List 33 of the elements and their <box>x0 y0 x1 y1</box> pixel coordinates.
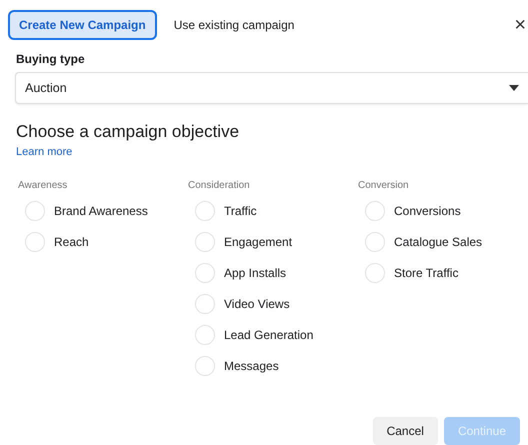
close-button[interactable]: × <box>514 14 526 36</box>
radio-button[interactable] <box>195 262 215 282</box>
option-label: Store Traffic <box>394 266 458 280</box>
option-label: Traffic <box>224 204 257 218</box>
buying-type-dropdown[interactable]: Auction <box>15 72 528 104</box>
option-label: Catalogue Sales <box>394 234 482 248</box>
radio-button[interactable] <box>195 200 215 220</box>
radio-button[interactable] <box>195 294 215 314</box>
radio-button[interactable] <box>365 200 385 220</box>
option-label: App Installs <box>224 266 286 280</box>
radio-button[interactable] <box>25 232 45 252</box>
option-label: Video Views <box>224 296 290 310</box>
learn-more-link[interactable]: Learn more <box>16 146 72 158</box>
option-label: Messages <box>224 358 279 372</box>
option-label: Conversions <box>394 204 461 218</box>
section-heading: Choose a campaign objective <box>16 122 240 142</box>
group-label: Awareness <box>18 180 68 191</box>
radio-button[interactable] <box>195 232 215 252</box>
group-label: Consideration <box>188 180 251 191</box>
tab[interactable]: Create New Campaign <box>8 10 157 40</box>
caret-icon <box>509 85 519 91</box>
radio-button[interactable] <box>195 356 215 376</box>
option-label: Engagement <box>224 234 292 248</box>
option-label: Reach <box>54 234 89 248</box>
radio-button[interactable] <box>365 262 385 282</box>
group-label: Conversion <box>358 180 410 191</box>
radio-button[interactable] <box>25 200 45 220</box>
radio-button[interactable] <box>195 324 215 344</box>
cancel-button[interactable]: Cancel <box>372 417 438 445</box>
field-label: Buying type <box>16 52 86 66</box>
option-label: Lead Generation <box>224 328 314 342</box>
radio-button[interactable] <box>365 232 385 252</box>
option-label: Brand Awareness <box>54 204 148 218</box>
